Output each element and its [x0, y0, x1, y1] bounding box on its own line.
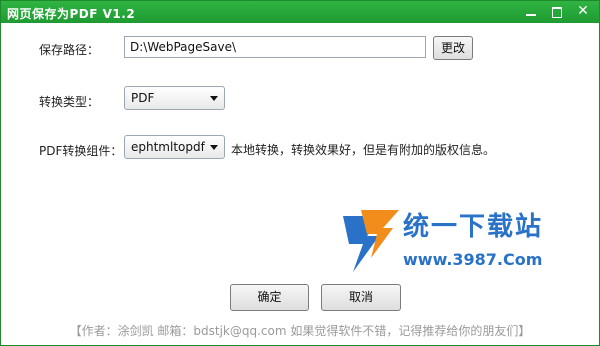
convert-type-label: 转换类型：	[39, 95, 100, 109]
logo-mark-icon	[343, 210, 399, 272]
chevron-down-icon	[210, 96, 218, 101]
pdf-component-select[interactable]: ephtmltopdf	[124, 135, 225, 159]
convert-type-select[interactable]: PDF	[124, 86, 225, 110]
cancel-button[interactable]: 取消	[321, 284, 401, 311]
pdf-component-label: PDF转换组件：	[39, 144, 123, 158]
component-note: 本地转换，转换效果好，但是有附加的版权信息。	[231, 143, 496, 157]
watermark-url: www.3987.Com	[403, 250, 543, 269]
change-path-button[interactable]: 更改	[433, 36, 473, 60]
title-bar[interactable]: 网页保存为PDF V1.2 ✕	[1, 1, 599, 23]
window-title: 网页保存为PDF V1.2	[7, 7, 136, 21]
convert-type-value: PDF	[131, 91, 155, 105]
chevron-down-icon	[210, 145, 218, 150]
footer-credits: 【作者：涂剑凯 邮箱：bdstjk@qq.com 如果觉得软件不错，记得推荐给你…	[69, 324, 531, 338]
close-icon[interactable]: ✕	[573, 3, 593, 20]
save-path-label: 保存路径：	[39, 43, 100, 57]
watermark-name: 统一下载站	[403, 212, 544, 242]
minimize-icon[interactable]	[521, 3, 541, 20]
watermark-logo: 统一下载站 www.3987.Com	[341, 206, 581, 281]
ok-button[interactable]: 确定	[230, 284, 309, 311]
pdf-component-value: ephtmltopdf	[131, 140, 205, 154]
app-window: 网页保存为PDF V1.2 ✕ 保存路径： 更改 转换类型： PDF PDF转换…	[0, 0, 600, 346]
save-path-input[interactable]	[124, 36, 426, 58]
maximize-icon[interactable]	[547, 3, 567, 20]
